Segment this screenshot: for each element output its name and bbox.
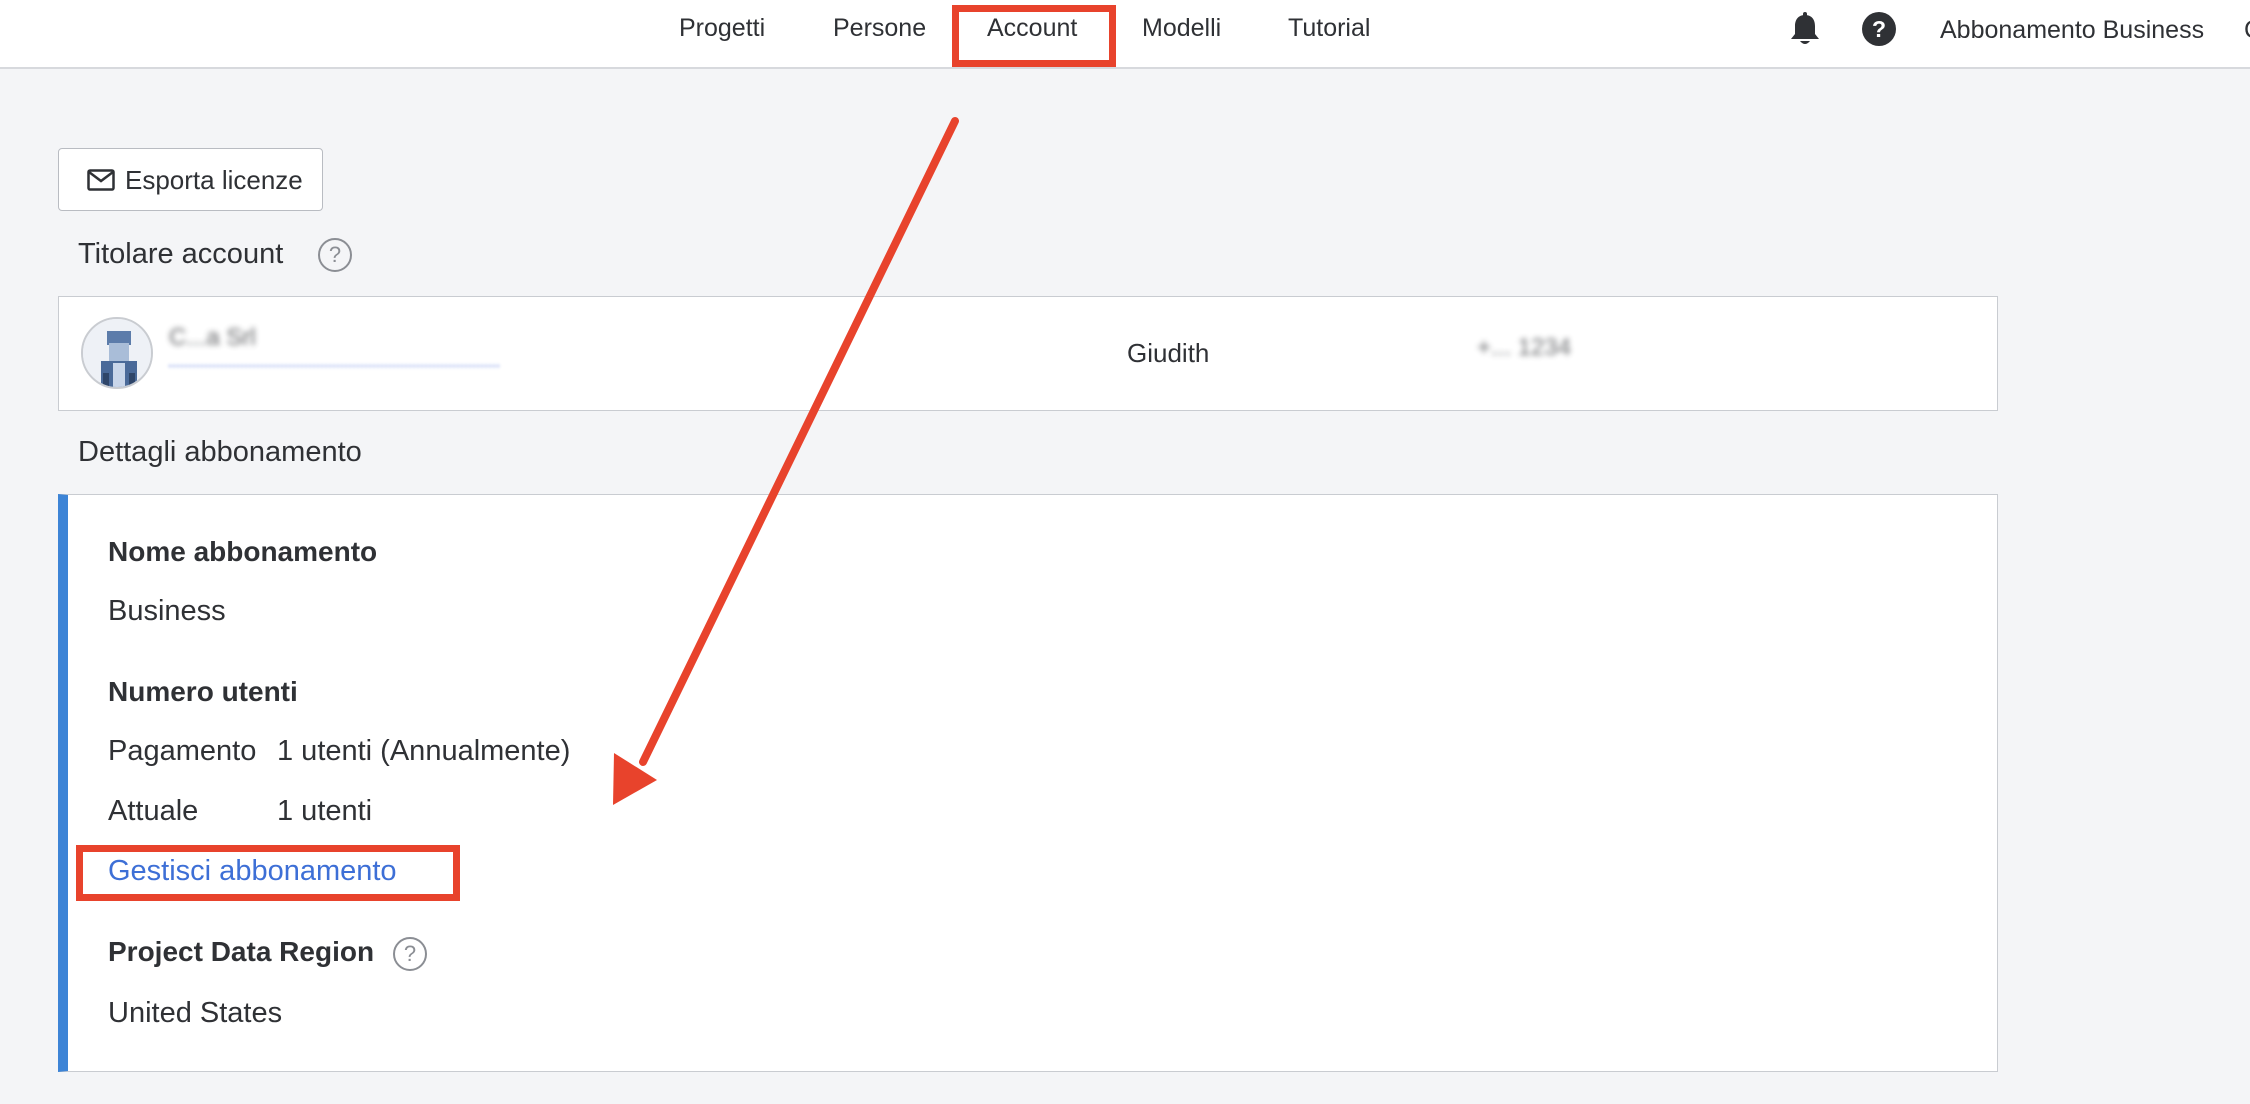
payment-label: Pagamento bbox=[108, 735, 257, 767]
subscription-name-value: Business bbox=[108, 595, 226, 627]
current-value: 1 utenti bbox=[277, 795, 373, 827]
avatar bbox=[81, 317, 153, 389]
account-owner-card: C...a Srl Giudith +... 1234 bbox=[58, 296, 1998, 411]
bell-icon[interactable] bbox=[1788, 12, 1822, 48]
owner-help-icon[interactable]: ? bbox=[318, 238, 352, 272]
project-data-region-label: Project Data Region bbox=[108, 936, 375, 967]
payment-value: 1 utenti (Annualmente) bbox=[277, 735, 571, 767]
subscription-name-label: Nome abbonamento bbox=[108, 536, 378, 567]
help-icon[interactable]: ? bbox=[1862, 12, 1896, 46]
export-licenses-button[interactable]: Esporta licenze bbox=[58, 148, 323, 211]
subscription-details-card: Nome abbonamento Business Numero utenti … bbox=[58, 494, 1998, 1072]
account-owner-heading: Titolare account bbox=[78, 238, 284, 270]
region-help-icon[interactable]: ? bbox=[393, 937, 427, 971]
subscription-details-heading: Dettagli abbonamento bbox=[78, 436, 362, 468]
manage-subscription-link[interactable]: Gestisci abbonamento bbox=[108, 853, 397, 889]
subscription-plan-menu[interactable]: Abbonamento Business bbox=[1940, 14, 2204, 46]
user-count-label: Numero utenti bbox=[108, 676, 298, 707]
nav-item-persone[interactable]: Persone bbox=[833, 12, 926, 44]
cut-off-menu-edge: C bbox=[2244, 14, 2250, 46]
nav-item-account[interactable]: Account bbox=[987, 12, 1077, 44]
current-label: Attuale bbox=[108, 795, 199, 827]
export-licenses-label: Esporta licenze bbox=[125, 165, 303, 195]
nav-item-tutorial[interactable]: Tutorial bbox=[1288, 12, 1370, 44]
top-navigation-bar: Progetti Persone Account Modelli Tutoria… bbox=[0, 0, 2250, 69]
owner-phone: +... 1234 bbox=[1477, 334, 1572, 361]
nav-item-progetti[interactable]: Progetti bbox=[679, 12, 765, 44]
mail-icon bbox=[87, 169, 115, 191]
project-data-region-value: United States bbox=[108, 997, 283, 1029]
owner-first-name: Giudith bbox=[1127, 338, 1210, 368]
owner-email-obscured bbox=[169, 359, 499, 367]
nav-item-modelli[interactable]: Modelli bbox=[1142, 12, 1221, 44]
owner-company-name: C...a Srl bbox=[169, 324, 256, 351]
